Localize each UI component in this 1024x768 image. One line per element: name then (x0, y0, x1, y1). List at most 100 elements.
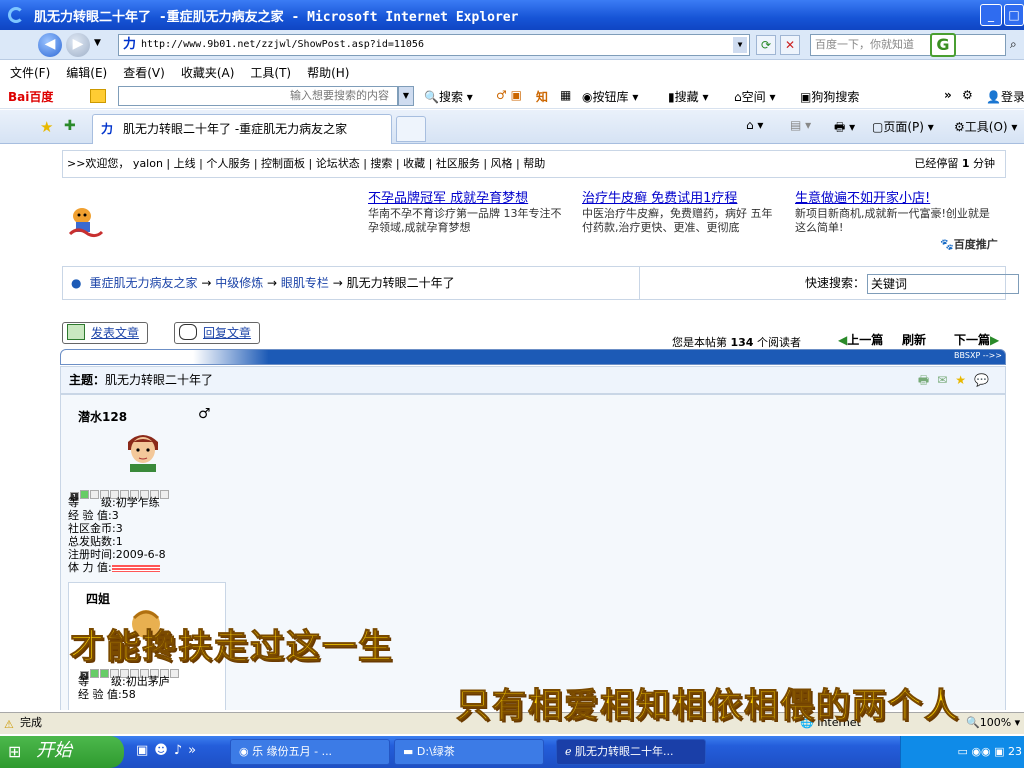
tab-bar: ★ ✚ 力 肌无力转眼二十年了 -重症肌无力病友之家 ⌂ ▾ ▤ ▾ 🖶 ▾ ▢… (0, 110, 1024, 144)
web-search-input[interactable]: 百度一下，你就知道 (810, 34, 1006, 56)
home-icon[interactable]: ⌂ ▾ (746, 118, 763, 132)
reply-button[interactable]: 回复文章 (174, 322, 261, 344)
stat-value: 初出茅庐 (125, 675, 170, 688)
forward-button[interactable]: ▶ (66, 33, 90, 57)
reader-count: 134 (730, 336, 754, 349)
baidu-logo[interactable]: Bai百度 (8, 88, 53, 105)
baidu-promo-label[interactable]: 🐾百度推广 (940, 236, 998, 252)
menu-bar: 文件(F) 编辑(E) 查看(V) 收藏夹(A) 工具(T) 帮助(H) (0, 61, 1024, 83)
refresh-post-button[interactable]: 刷新 (902, 331, 926, 348)
breadcrumb-item[interactable]: 重症肌无力病友之家 (89, 276, 197, 290)
favorite-star-icon[interactable]: ★ (955, 373, 974, 387)
post-tool-icons[interactable]: 🖶✉★💬 (918, 367, 997, 393)
baidu-space-label: 空间 (741, 90, 766, 104)
subtitle-line-2: 只有相爱相知相依相偎的两个人 (456, 686, 960, 727)
baidu-search-label: 搜索 (438, 90, 463, 104)
baidu-dropdown-icon[interactable]: ▼ (398, 86, 414, 106)
page-menu-label: 页面(P) (883, 120, 924, 134)
baidu-collect-button[interactable]: ▮搜藏 ▾ (668, 88, 708, 105)
baidu-buttonlib-button[interactable]: ◉按钮库 ▾ (582, 88, 638, 105)
baidu-space-button[interactable]: ⌂空间 ▾ (734, 88, 775, 105)
search-engine-icon[interactable]: G (930, 33, 956, 57)
user-stats: 等 级:初出茅庐 经 验 值:58 (78, 675, 170, 701)
stat-label: 注册时间: (68, 548, 116, 561)
settings-gear-icon[interactable]: ⚙ (962, 88, 973, 102)
ad-headline[interactable]: 生意做遍不如开家小店! (795, 190, 995, 207)
subtitle-line-1: 才能搀扶走过这一生 (70, 627, 394, 668)
baidu-search-input[interactable]: 输入想要搜索的内容 (118, 86, 398, 106)
baidu-grid-icon[interactable]: ▦ (560, 88, 571, 102)
refresh-icon[interactable]: ⟳ (756, 35, 776, 55)
quick-launch-icons[interactable]: ▣☻♪» (136, 743, 202, 758)
new-tab-button[interactable] (396, 116, 426, 142)
taskbar-button[interactable]: ▬ D:\绿茶 (394, 739, 544, 765)
stat-posts: 总发贴数:1 (68, 535, 166, 548)
baidu-tools-icons[interactable]: ♂ ▣ (496, 88, 522, 102)
quick-search-input[interactable]: 关键词 (867, 274, 1019, 294)
taskbar-button[interactable]: ◉ 乐 缘份五月 - ... (230, 739, 390, 765)
breadcrumb-bullet-icon: ● (71, 276, 82, 290)
address-toolbar: ◀ ▶ ▼ 力 http://www.9b01.net/zzjwl/ShowPo… (0, 30, 1024, 60)
maximize-button[interactable]: □ (1004, 4, 1024, 26)
prev-post-button[interactable]: ◀上一篇 (838, 331, 883, 348)
windows-logo-icon: ⊞ (8, 742, 22, 761)
menu-tools[interactable]: 工具(T) (250, 64, 291, 81)
menu-help[interactable]: 帮助(H) (307, 64, 349, 81)
next-post-button[interactable]: 下一篇▶ (954, 331, 999, 348)
tray-icons[interactable]: ▭ ◉◉ ▣ (958, 745, 1008, 758)
history-dropdown-icon[interactable]: ▼ (94, 38, 101, 48)
ad-headline[interactable]: 治疗牛皮癣 免费试用1疗程 (582, 190, 782, 207)
ad-block[interactable]: 治疗牛皮癣 免费试用1疗程 中医治疗牛皮癣，免费赠药，病好 五年付药款,治疗更快… (582, 190, 782, 235)
add-favorite-icon[interactable]: ✚ (64, 118, 76, 134)
baidu-search-placeholder: 输入想要搜索的内容 (290, 89, 389, 102)
breadcrumb-item[interactable]: 中级修炼 (215, 276, 263, 290)
baidu-promo-text: 百度推广 (953, 238, 998, 251)
search-go-icon[interactable]: ⌕ (1010, 37, 1017, 52)
tab-title: 肌无力转眼二十年了 -重症肌无力病友之家 (123, 122, 348, 136)
tools-menu-label: 工具(O) (964, 120, 1008, 134)
ad-block[interactable]: 不孕品牌冠军 成就孕育梦想 华南不孕不育诊疗第一品牌 13年专注不孕领域,成就孕… (368, 190, 568, 235)
breadcrumb-current: 肌无力转眼二十年了 (346, 276, 455, 290)
address-dropdown-icon[interactable]: ▼ (733, 37, 747, 53)
print-icon[interactable]: 🖶 ▾ (834, 118, 855, 139)
menu-file[interactable]: 文件(F) (10, 64, 50, 81)
taskbar-button-active[interactable]: ℯ 肌无力转眼二十年... (556, 739, 706, 765)
back-button[interactable]: ◀ (38, 33, 62, 57)
post-author[interactable]: 四姐 (86, 590, 110, 607)
stat-value: 58 (121, 688, 136, 701)
toolbar-overflow-icon[interactable]: » (944, 88, 952, 102)
ad-block[interactable]: 生意做遍不如开家小店! 新项目新商机,成就新一代富豪!创业就是这么简单! (795, 190, 995, 235)
tab-current[interactable]: 力 肌无力转眼二十年了 -重症肌无力病友之家 (92, 114, 392, 144)
menu-favorites[interactable]: 收藏夹(A) (181, 64, 235, 81)
subject-label: 主题： (69, 373, 106, 387)
new-post-button[interactable]: 发表文章 (62, 322, 149, 344)
breadcrumb-item[interactable]: 眼肌专栏 (281, 276, 329, 290)
menu-view[interactable]: 查看(V) (123, 64, 165, 81)
page-menu-button[interactable]: ▢页面(P) ▾ (872, 118, 934, 135)
reader-prefix: 您是本帖第 (672, 336, 727, 349)
forum-logo-icon (68, 208, 104, 238)
zoom-control[interactable]: 🔍100% ▾ (966, 713, 1020, 733)
tools-menu-button[interactable]: ⚙工具(O) ▾ (954, 118, 1017, 135)
post-author[interactable]: 潜水128 (78, 408, 127, 425)
favorites-star-icon[interactable]: ★ (40, 118, 53, 136)
ad-body: 中医治疗牛皮癣，免费赠药，病好 五年付药款,治疗更快、更准、更彻底 (582, 207, 773, 234)
menu-edit[interactable]: 编辑(E) (66, 64, 107, 81)
feeds-icon[interactable]: ▤ ▾ (790, 118, 811, 132)
forum-nav-links[interactable]: >>欢迎您， yalon | 上线 | 个人服务 | 控制面板 | 论坛状态 |… (67, 157, 545, 170)
taskbar-button-label: 乐 缘份五月 - ... (252, 745, 333, 758)
address-input[interactable]: 力 http://www.9b01.net/zzjwl/ShowPost.asp… (118, 34, 750, 56)
baidu-zhidao-button[interactable]: 知 (536, 88, 548, 105)
baidu-search-button[interactable]: 🔍搜索 ▾ (424, 88, 473, 105)
stat-label: 经 验 值: (68, 509, 112, 522)
baidu-gougou-button[interactable]: ▣狗狗搜索 (800, 88, 859, 105)
zoom-level: 100% (979, 716, 1012, 729)
stop-icon[interactable]: ✕ (780, 35, 800, 55)
hp-bar (111, 564, 160, 572)
minimize-button[interactable]: _ (980, 4, 1002, 26)
ad-headline[interactable]: 不孕品牌冠军 成就孕育梦想 (368, 190, 568, 207)
baidu-login-button[interactable]: 👤登录 (986, 88, 1024, 105)
baidu-skin-icon[interactable] (90, 89, 106, 103)
ad-body: 新项目新商机,成就新一代富豪!创业就是这么简单! (795, 207, 990, 234)
taskbar-button-label: D:\绿茶 (416, 745, 455, 758)
